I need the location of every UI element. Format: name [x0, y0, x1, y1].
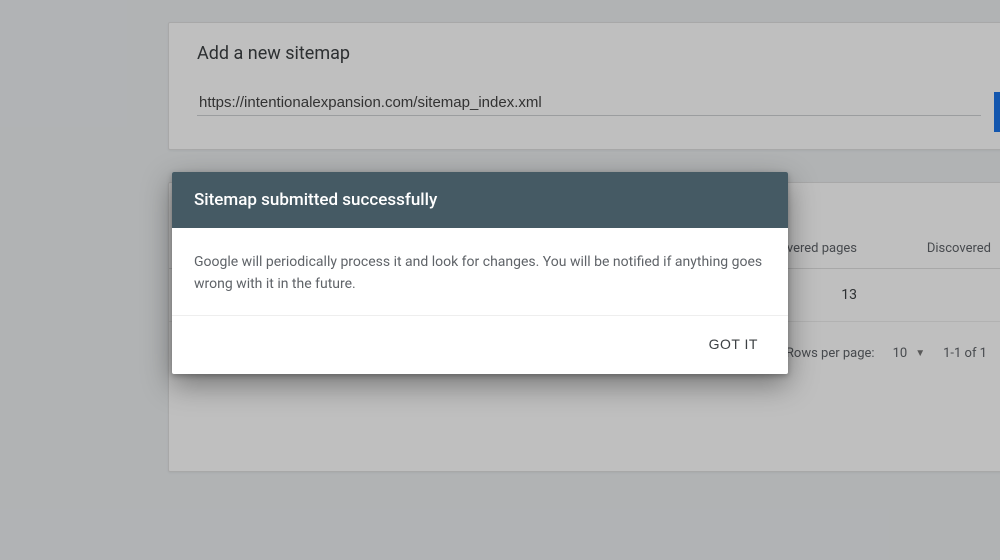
- dialog-title: Sitemap submitted successfully: [172, 172, 788, 228]
- dialog-body-text: Google will periodically process it and …: [172, 228, 788, 316]
- success-dialog: Sitemap submitted successfully Google wi…: [172, 172, 788, 374]
- got-it-button[interactable]: GOT IT: [697, 326, 770, 362]
- dialog-actions: GOT IT: [172, 316, 788, 374]
